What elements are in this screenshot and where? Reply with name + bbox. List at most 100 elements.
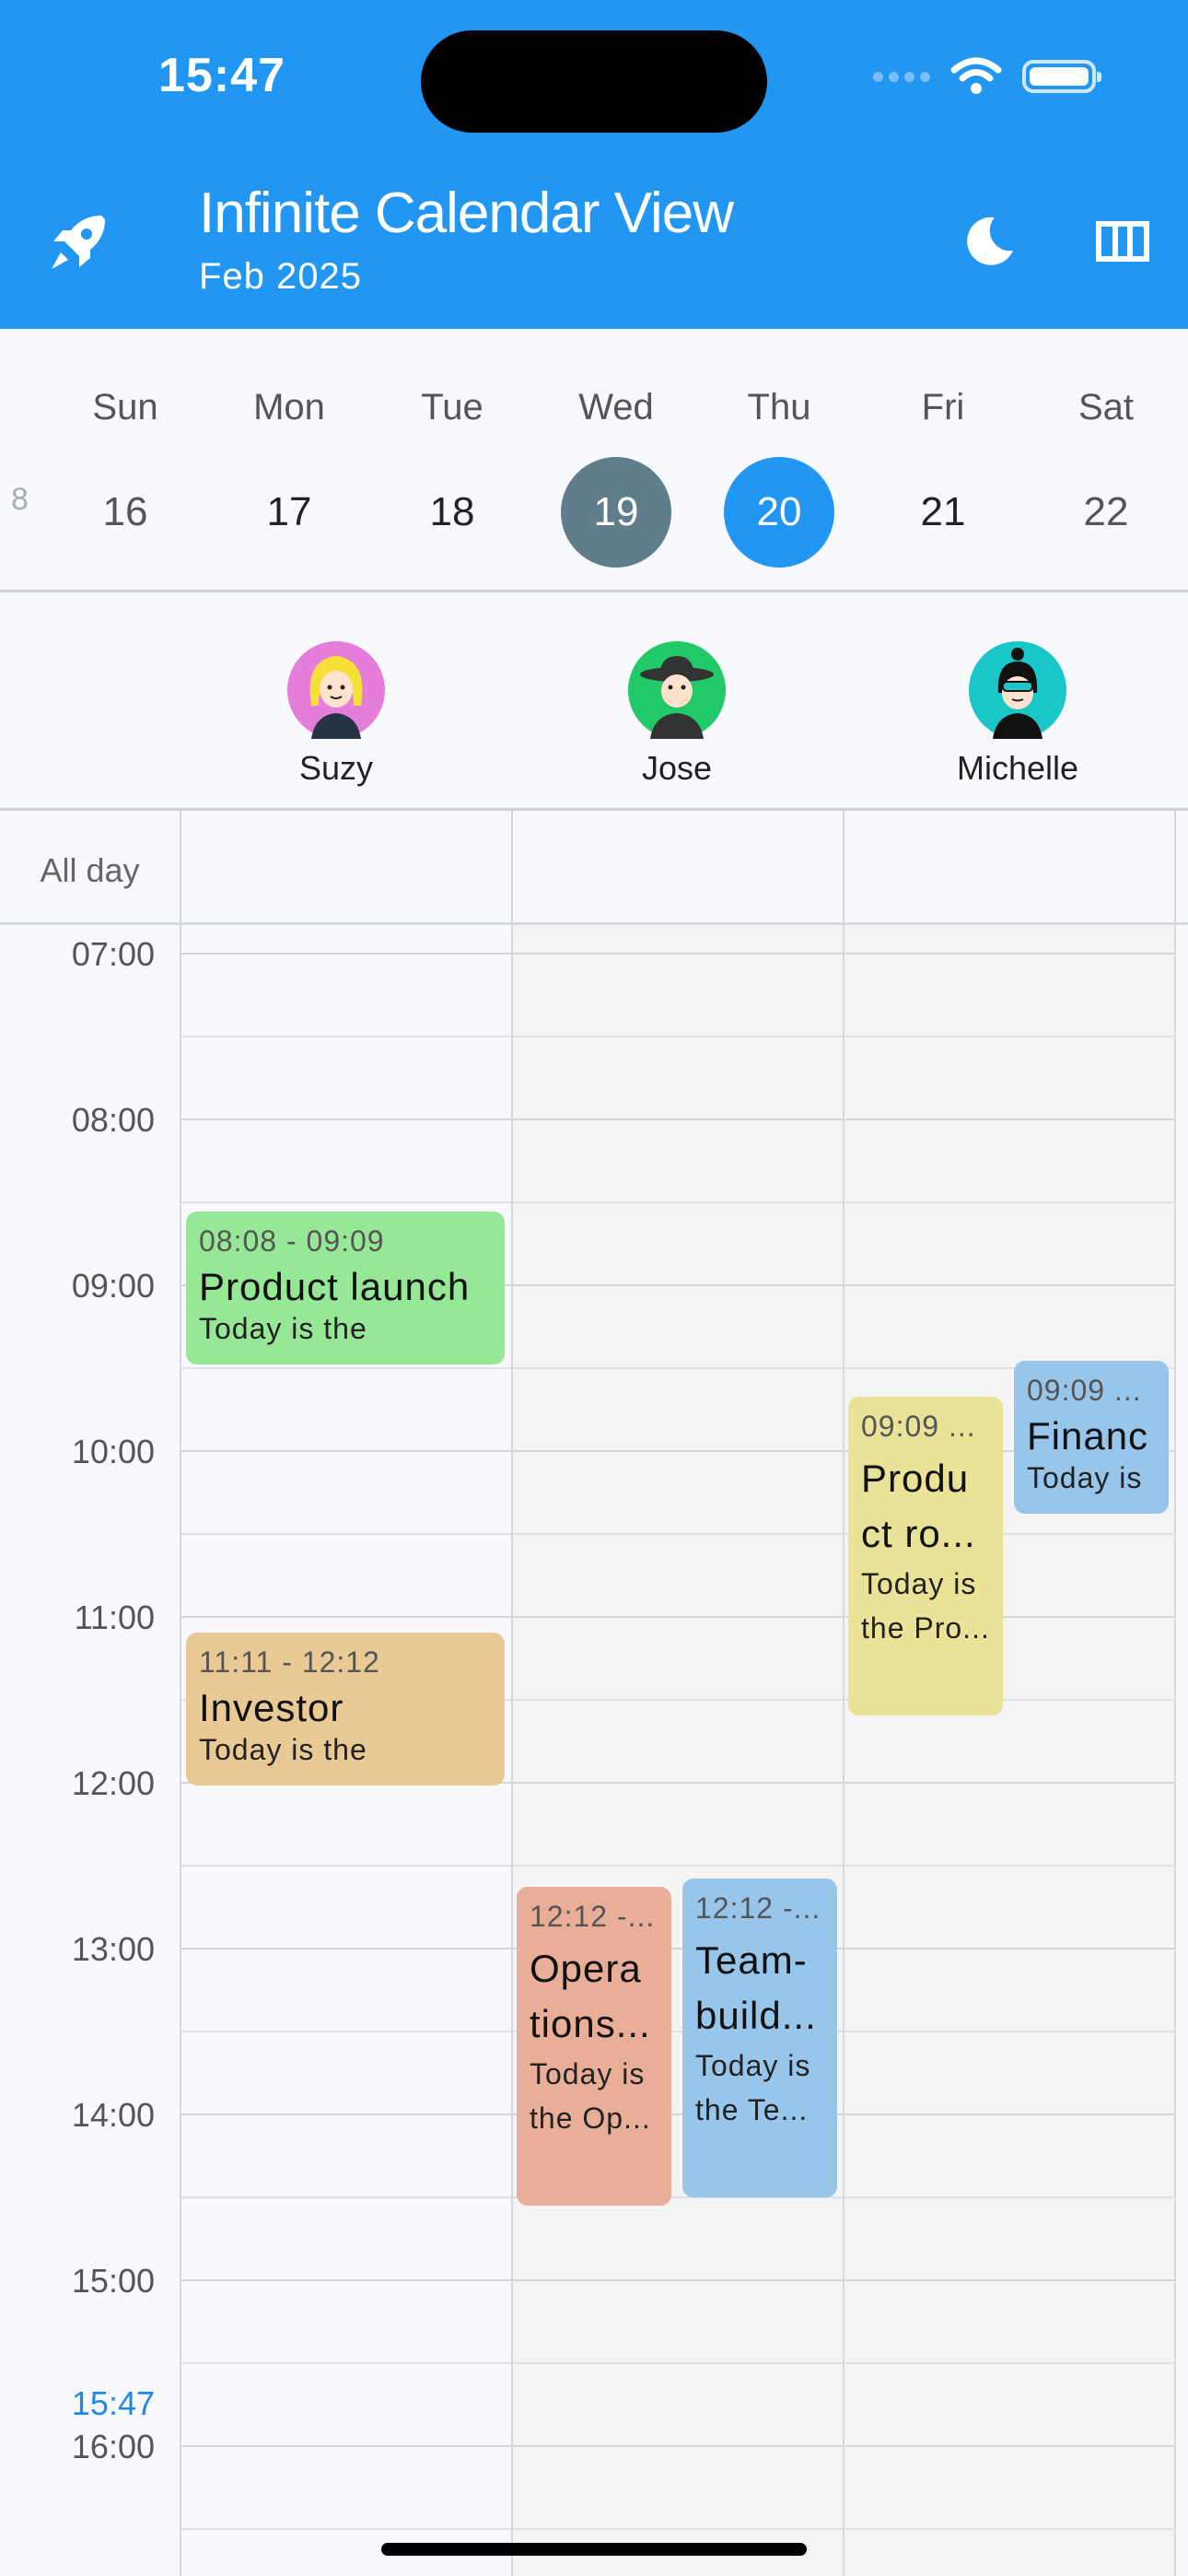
previous-day-partial[interactable]: 8 [11, 482, 29, 518]
day-wed[interactable]: Wed 19 [534, 387, 698, 568]
column-divider [180, 811, 181, 2576]
current-time-label: 15:47 [71, 2384, 155, 2422]
day-name: Fri [921, 387, 965, 427]
suzy-avatar [287, 641, 385, 739]
dynamic-island [421, 30, 767, 133]
day-date: 17 [266, 489, 312, 534]
event-time: 12:12 -... [530, 1900, 656, 1933]
event-finance[interactable]: 09:09 ... Financ Today is [1014, 1361, 1169, 1514]
day-sun[interactable]: Sun 16 [43, 387, 207, 568]
day-date: 18 [429, 489, 475, 534]
event-description: Today is the Te... [695, 2049, 811, 2126]
hour-line [180, 2113, 1174, 2115]
hour-line [180, 2279, 1174, 2281]
hour-label: 13:00 [71, 1930, 155, 1968]
event-time: 09:09 ... [1027, 1374, 1142, 1407]
day-mon[interactable]: Mon 17 [207, 387, 371, 568]
battery-icon [1022, 60, 1101, 93]
event-description: Today is the [199, 1312, 367, 1345]
day-sat[interactable]: Sat 22 [1024, 387, 1188, 568]
app-title: Infinite Calendar View [199, 181, 734, 245]
day-name: Wed [578, 387, 654, 427]
status-icons [873, 57, 1101, 96]
event-investor[interactable]: 11:11 - 12:12 Investor Today is the [186, 1633, 505, 1786]
half-hour-line [180, 1533, 1174, 1535]
day-date: 22 [1083, 489, 1129, 534]
event-description: Today is [1027, 1461, 1143, 1494]
hour-line [180, 953, 1174, 954]
day-fri[interactable]: Fri 21 [861, 387, 1025, 568]
month-subtitle: Feb 2025 [199, 256, 363, 297]
event-time: 08:08 - 09:09 [199, 1224, 385, 1258]
half-hour-line [180, 1865, 1174, 1867]
jose-avatar [628, 641, 726, 739]
hour-label: 08:00 [71, 1101, 155, 1139]
hour-label: 07:00 [71, 935, 155, 973]
hour-label: 09:00 [71, 1267, 155, 1305]
event-operations[interactable]: 12:12 -... Opera tions... Today is the O… [517, 1887, 671, 2206]
jose-column[interactable] [513, 925, 843, 2576]
michelle-avatar [969, 641, 1066, 739]
event-team-building[interactable]: 12:12 -... Team- build... Today is the T… [682, 1879, 837, 2197]
half-hour-line [180, 2528, 1174, 2530]
day-name: Thu [747, 387, 811, 427]
person-suzy[interactable]: Suzy [226, 641, 447, 788]
hour-label: 12:00 [71, 1764, 155, 1802]
day-date: 21 [920, 489, 966, 534]
column-divider [511, 811, 513, 2576]
cellular-signal-icon [873, 71, 930, 82]
person-jose[interactable]: Jose [566, 641, 787, 788]
rocket-icon[interactable] [44, 210, 111, 276]
hour-label: 15:00 [71, 2262, 155, 2300]
half-hour-line [180, 2031, 1174, 2032]
day-tue[interactable]: Tue 18 [370, 387, 534, 568]
all-day-label: All day [40, 851, 140, 889]
hour-label: 14:00 [71, 2096, 155, 2134]
event-title: Team- build... [695, 1938, 817, 2037]
hour-label: 11:00 [74, 1598, 155, 1636]
half-hour-line [180, 1036, 1174, 1037]
event-product-roadmap[interactable]: 09:09 ... Produ ct ro... Today is the Pr… [848, 1397, 1003, 1715]
moon-icon[interactable] [961, 214, 1017, 269]
half-hour-line [180, 2196, 1174, 2198]
day-name: Sun [92, 387, 158, 427]
event-description: Today is the [199, 1733, 367, 1766]
person-michelle[interactable]: Michelle [907, 641, 1128, 788]
hour-line [180, 1616, 1174, 1618]
day-name: Mon [253, 387, 325, 427]
view-columns-icon[interactable] [1096, 221, 1149, 262]
person-name: Jose [641, 749, 713, 787]
person-name: Michelle [956, 749, 1079, 787]
day-date: 16 [102, 489, 148, 534]
status-time: 15:47 [158, 49, 285, 102]
column-divider [1174, 811, 1176, 2576]
hour-line [180, 1118, 1174, 1120]
wifi-icon [950, 57, 1002, 94]
half-hour-line [180, 1201, 1174, 1203]
day-name: Sat [1077, 387, 1135, 427]
event-title: Financ [1027, 1414, 1149, 1458]
event-title: Investor [199, 1686, 344, 1729]
event-title: Product launch [199, 1265, 471, 1308]
app-bar: 15:47 Infinite Calendar View Feb 2025 [0, 0, 1188, 329]
hour-label: 16:00 [71, 2428, 155, 2465]
day-name: Tue [421, 387, 483, 427]
today-date: 20 [724, 457, 834, 568]
person-name: Suzy [298, 749, 374, 787]
michelle-column[interactable] [844, 925, 1174, 2576]
day-thu[interactable]: Thu 20 [697, 387, 861, 568]
home-indicator[interactable] [381, 2543, 807, 2556]
event-time: 11:11 - 12:12 [199, 1645, 380, 1679]
event-time: 12:12 -... [695, 1891, 821, 1925]
half-hour-line [180, 2362, 1174, 2364]
hour-label: 10:00 [71, 1433, 155, 1470]
hour-line [180, 2445, 1174, 2447]
selected-day-date: 19 [561, 457, 671, 568]
event-title: Opera tions... [530, 1947, 651, 2045]
event-description: Today is the Pro... [861, 1567, 990, 1645]
event-title: Produ ct ro... [861, 1457, 976, 1555]
event-time: 09:09 ... [861, 1410, 976, 1443]
event-description: Today is the Op... [530, 2057, 651, 2135]
event-product-launch[interactable]: 08:08 - 09:09 Product launch Today is th… [186, 1212, 505, 1364]
hour-line [180, 1948, 1174, 1950]
